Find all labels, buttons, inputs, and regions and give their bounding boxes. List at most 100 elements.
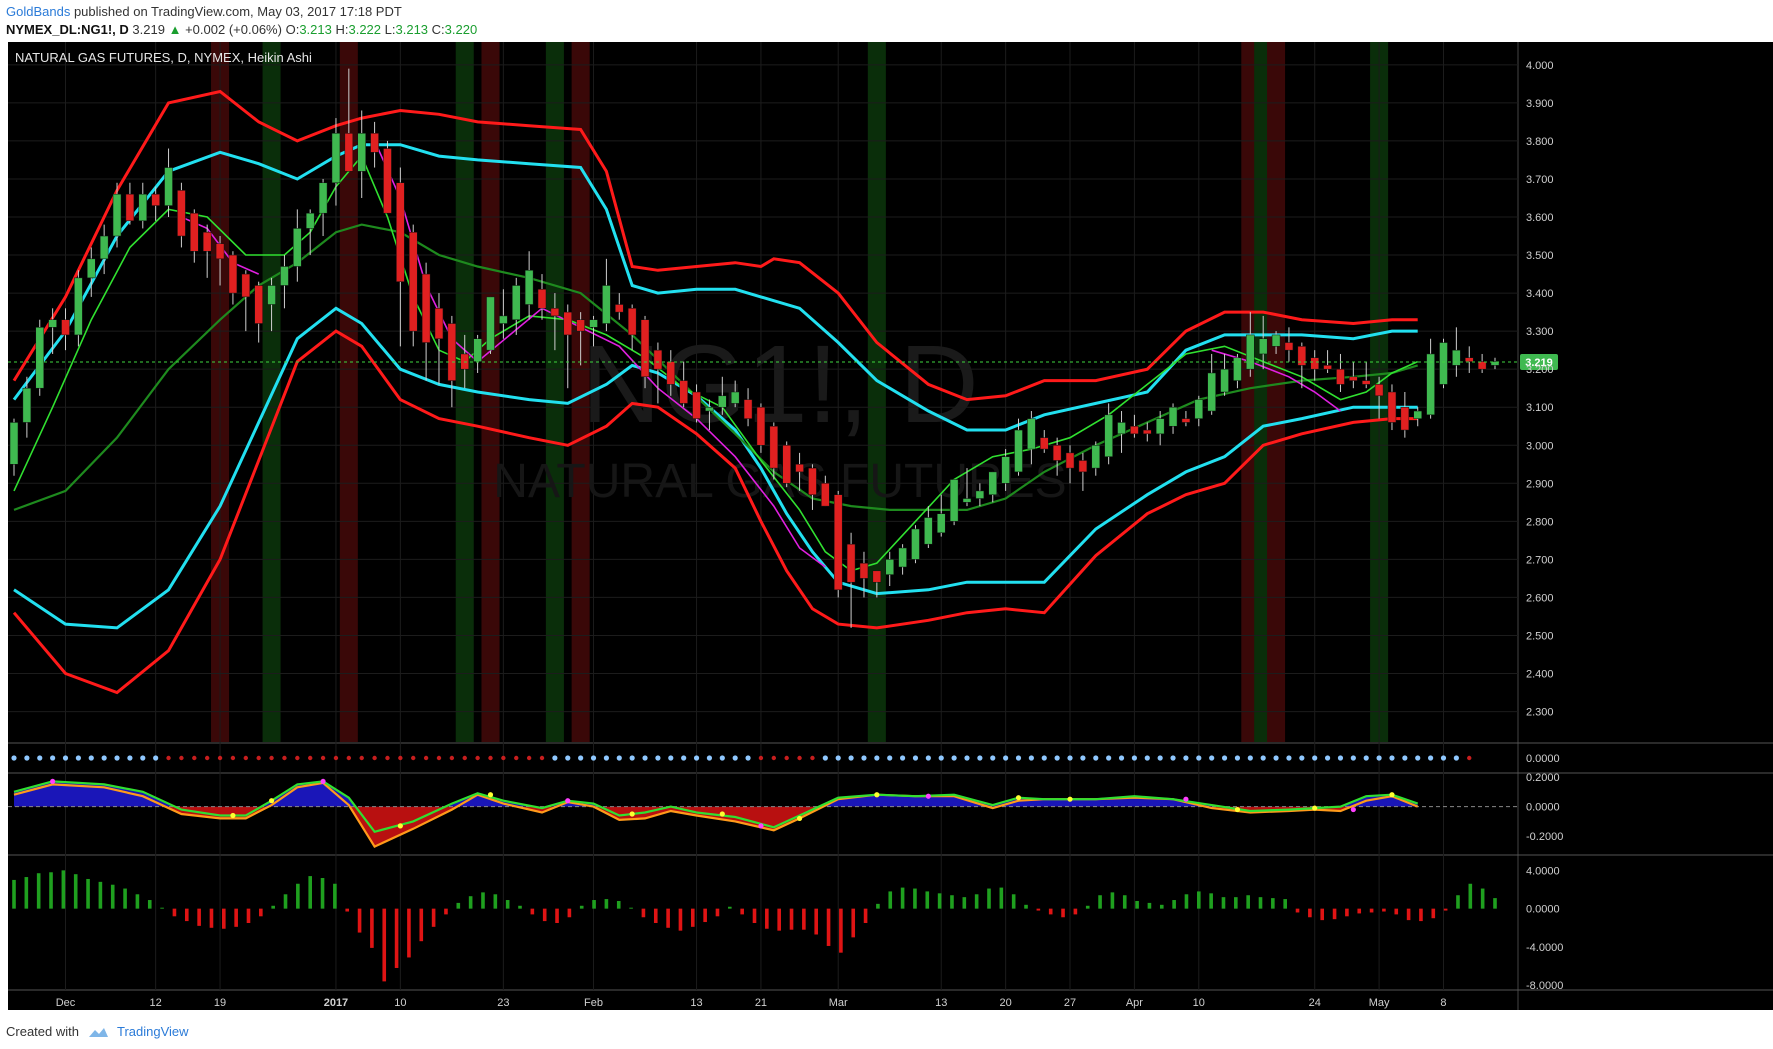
osc-cross-dot — [925, 793, 931, 799]
x-tick-label: 24 — [1309, 997, 1321, 1009]
candle-body — [627, 308, 637, 336]
signal-dot-red — [810, 755, 815, 761]
y-tick-label: 4.000 — [1526, 60, 1554, 72]
candle-body — [550, 308, 560, 317]
candle-body — [35, 327, 44, 389]
y-tick-label: 3.200 — [1526, 364, 1554, 376]
x-tick-label: 10 — [394, 997, 406, 1009]
candle — [911, 525, 920, 564]
signal-dot-blue — [1054, 755, 1060, 761]
candle-body — [808, 467, 817, 495]
signal-dot-blue — [127, 755, 133, 761]
highlight-column-green — [545, 42, 564, 742]
signal-dot-blue — [1144, 755, 1150, 761]
candle-body — [885, 559, 894, 575]
histogram-bar — [493, 894, 498, 909]
signal-dot-blue — [1273, 755, 1279, 761]
histogram-bar — [567, 908, 572, 918]
y-tick-label: -4.0000 — [1526, 942, 1563, 954]
x-tick-label: May — [1369, 997, 1390, 1009]
signal-dot-blue — [1131, 755, 1138, 761]
signal-dot-blue — [1312, 755, 1318, 761]
candle-body — [602, 285, 611, 324]
candle-body — [653, 349, 663, 370]
histogram-bar — [1098, 895, 1102, 909]
histogram-bar — [962, 897, 967, 909]
histogram-bar — [703, 908, 707, 923]
y-tick-label: 3.700 — [1526, 174, 1554, 186]
signal-dot-blue — [1170, 755, 1176, 761]
histogram-bar — [308, 876, 313, 909]
close-value: 3.220 — [444, 22, 478, 37]
candle-body — [1271, 334, 1281, 347]
candle-body — [705, 406, 714, 412]
histogram-bar — [209, 908, 214, 928]
candle-body — [383, 148, 392, 214]
histogram-bar — [1369, 908, 1374, 913]
histogram-bar — [777, 908, 781, 931]
signal-dot-blue — [990, 755, 996, 761]
histogram-bar — [1061, 908, 1065, 918]
signal-dot-blue — [745, 755, 751, 761]
signal-dot-blue — [1067, 755, 1073, 761]
histogram-bar — [370, 908, 374, 948]
histogram-bar — [765, 908, 769, 929]
histogram-bar — [987, 888, 991, 909]
author-link[interactable]: GoldBands — [6, 4, 70, 19]
low-label: L: — [384, 22, 396, 37]
signal-dot-blue — [1363, 755, 1369, 761]
y-tick-label: 2.400 — [1526, 669, 1554, 681]
candle-body — [524, 270, 534, 305]
candle-body — [1104, 414, 1113, 457]
candle-body — [202, 231, 212, 252]
histogram-bar — [345, 908, 350, 912]
tradingview-cloud-icon — [88, 1027, 108, 1037]
y-tick-label: 2.500 — [1526, 630, 1554, 642]
histogram-bar — [1493, 898, 1497, 909]
candle — [949, 479, 959, 526]
osc-cross-dot — [719, 811, 725, 817]
histogram-bar — [974, 894, 979, 909]
signal-dot-blue — [925, 755, 931, 761]
candle-body — [1168, 406, 1178, 427]
candle-body — [1014, 429, 1023, 473]
candle-body — [1465, 357, 1474, 362]
candle-body — [74, 277, 83, 336]
histogram-bar — [542, 908, 547, 922]
candle-body — [859, 562, 869, 579]
histogram-bar — [1320, 908, 1325, 921]
osc-cross-dot — [874, 792, 880, 798]
histogram-bar — [715, 908, 720, 917]
signal-dot-blue — [62, 755, 69, 761]
histogram-bar — [1271, 898, 1275, 909]
tradingview-link[interactable]: TradingView — [117, 1024, 189, 1039]
y-tick-label: 2.600 — [1526, 592, 1554, 604]
histogram-bar — [61, 870, 66, 909]
candle-body — [1143, 429, 1152, 435]
signal-dot-red — [192, 755, 197, 761]
y-tick-label: 3.300 — [1526, 326, 1554, 338]
signal-dot-red — [346, 755, 352, 761]
signal-dot-blue — [140, 755, 146, 761]
histogram-bar — [419, 908, 424, 942]
histogram-bar — [394, 908, 399, 968]
signal-dot-red — [398, 755, 403, 761]
chart-title: NATURAL GAS FUTURES, D, NYMEX, Heikin As… — [15, 50, 312, 65]
y-tick-label: 2.900 — [1526, 478, 1554, 490]
signal-dot-blue — [1440, 755, 1447, 761]
osc-cross-dot — [487, 792, 494, 798]
symbol-name: NYMEX_DL:NG1!, D — [6, 22, 129, 37]
signal-dot-blue — [1015, 755, 1022, 761]
histogram-bar — [283, 894, 288, 909]
candle-body — [743, 399, 753, 419]
close-label: C: — [431, 22, 445, 37]
histogram-bar — [1221, 897, 1226, 909]
signal-dot-red — [282, 755, 287, 761]
histogram-bar — [481, 892, 485, 909]
histogram-bar — [1431, 908, 1436, 919]
histogram-bar — [1419, 908, 1423, 922]
signal-dot-red — [449, 755, 455, 761]
chart-canvas[interactable]: NG1!, DNATURAL GAS FUTURESNATURAL GAS FU… — [0, 42, 1773, 1016]
candle-body — [1091, 445, 1101, 469]
candle — [756, 403, 766, 453]
